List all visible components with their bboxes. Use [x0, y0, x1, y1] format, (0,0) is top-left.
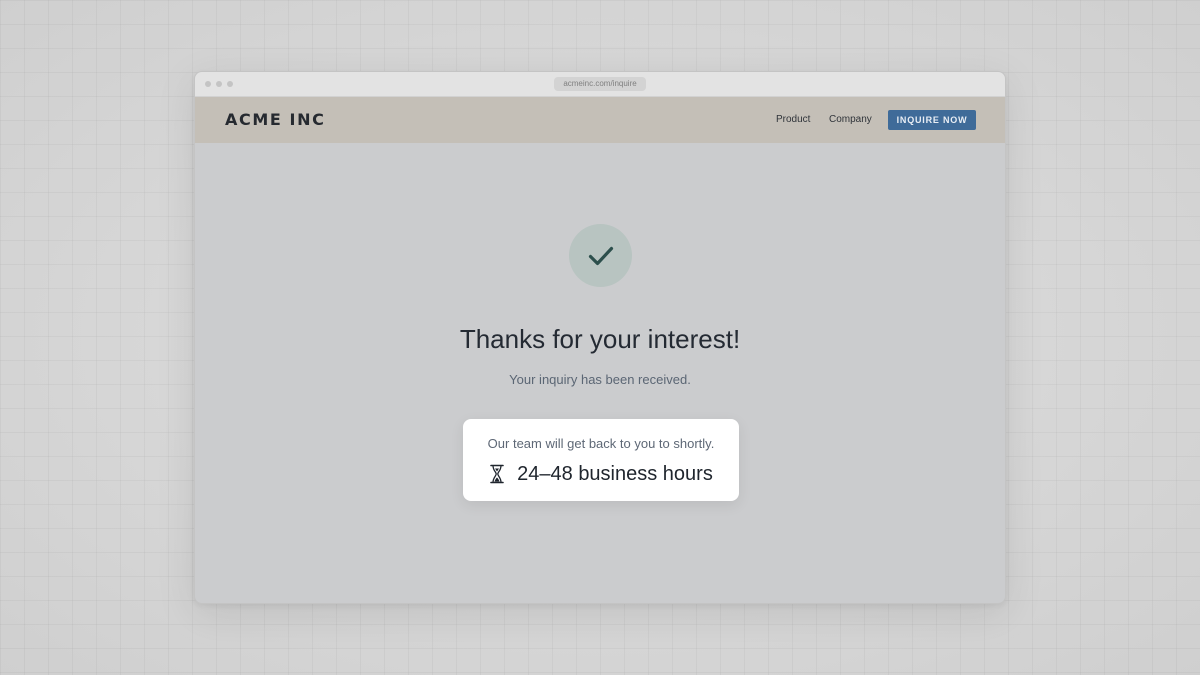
site-header: ACME INC Product Company INQUIRE NOW — [195, 97, 1005, 143]
browser-chrome: acmeinc.com/inquire — [195, 72, 1005, 97]
response-time-card: Our team will get back to you to shortly… — [463, 419, 739, 501]
response-note: Our team will get back to you to shortly… — [487, 436, 715, 451]
maximize-window-button[interactable] — [227, 81, 233, 87]
response-time-row: 24–48 business hours — [463, 462, 739, 486]
checkmark-icon — [588, 246, 613, 265]
confirmation-content: Thanks for your interest! Your inquiry h… — [195, 143, 1005, 603]
close-window-button[interactable] — [205, 81, 211, 87]
minimize-window-button[interactable] — [216, 81, 222, 87]
page-title: Thanks for your interest! — [459, 324, 741, 354]
nav-link-product[interactable]: Product — [776, 114, 810, 126]
confirmation-subtext: Your inquiry has been received. — [509, 372, 691, 387]
inquire-now-button[interactable]: INQUIRE NOW — [888, 110, 976, 130]
window-controls — [205, 81, 233, 87]
address-bar[interactable]: acmeinc.com/inquire — [554, 77, 646, 91]
nav-link-company[interactable]: Company — [829, 114, 872, 126]
success-badge — [569, 224, 632, 287]
response-time-value: 24–48 business hours — [517, 463, 713, 485]
browser-window: acmeinc.com/inquire ACME INC Product Com… — [194, 71, 1006, 604]
site-logo[interactable]: ACME INC — [225, 111, 325, 129]
hourglass-icon — [490, 464, 504, 484]
